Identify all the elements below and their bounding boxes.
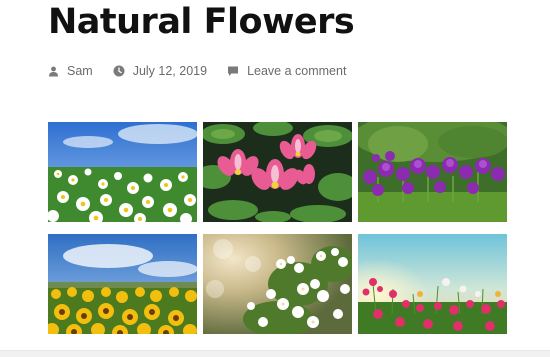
person-icon: [49, 66, 58, 76]
post-meta: Sam July 12, 2019 Leave a comment: [48, 64, 366, 78]
purple-alliums-photo[interactable]: [358, 122, 507, 222]
author-link[interactable]: Sam: [67, 64, 93, 78]
comments-meta: Leave a comment: [227, 64, 346, 78]
post-title: Natural Flowers: [48, 2, 355, 42]
author-meta: Sam: [48, 64, 93, 78]
image-gallery: [48, 122, 507, 334]
wildflowers-sunset-photo[interactable]: [358, 234, 507, 334]
sunflowers-photo[interactable]: [48, 234, 197, 334]
leave-comment-link[interactable]: Leave a comment: [247, 64, 346, 78]
date-link[interactable]: July 12, 2019: [133, 64, 207, 78]
clock-icon: [113, 65, 125, 77]
daisies-photo[interactable]: [48, 122, 197, 222]
comment-icon: [228, 66, 239, 76]
date-meta: July 12, 2019: [113, 64, 207, 78]
water-lilies-photo[interactable]: [203, 122, 352, 222]
white-blossoms-photo[interactable]: [203, 234, 352, 334]
page-footer-edge: [0, 350, 550, 357]
